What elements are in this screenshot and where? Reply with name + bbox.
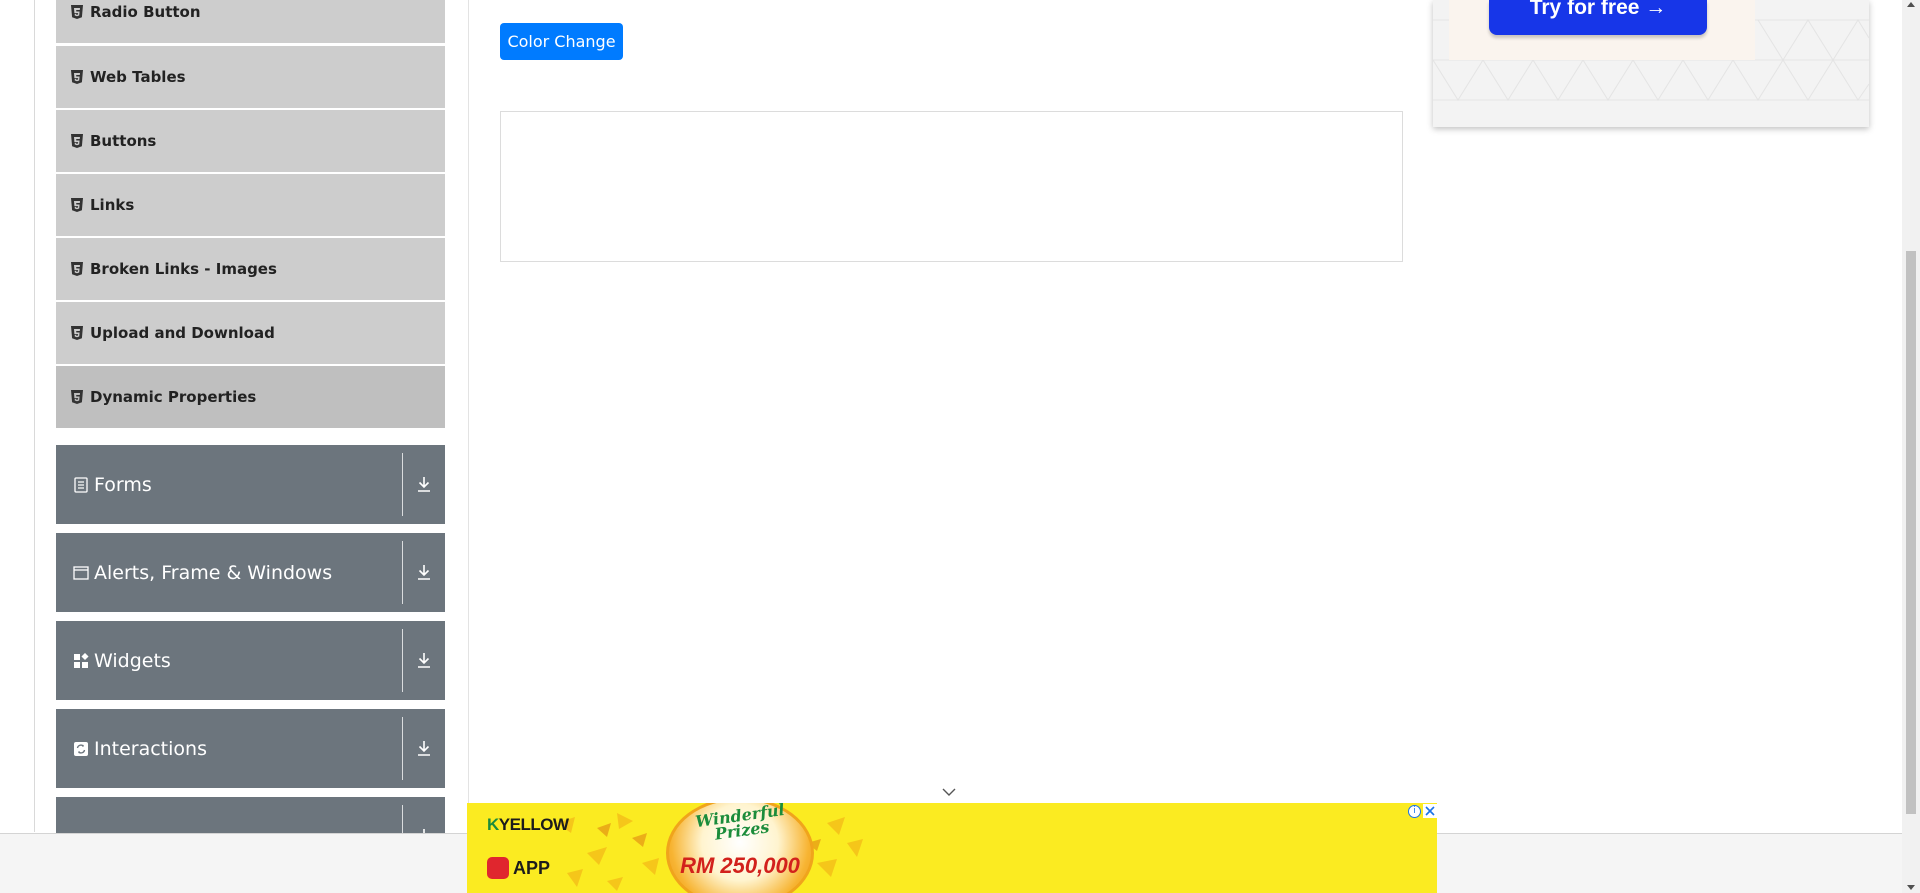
try-for-free-button[interactable]: Try for free → bbox=[1489, 0, 1707, 35]
window-icon bbox=[73, 565, 89, 580]
widgets-icon bbox=[74, 652, 89, 668]
html5-shield-icon bbox=[71, 198, 83, 212]
html5-shield-icon bbox=[71, 262, 83, 276]
sidebar-group-forms[interactable]: Forms bbox=[56, 445, 445, 524]
form-icon bbox=[74, 476, 88, 493]
interactions-icon bbox=[74, 741, 88, 756]
download-arrow-icon[interactable] bbox=[413, 473, 435, 495]
color-change-button[interactable]: Color Change bbox=[500, 23, 623, 60]
download-arrow-icon[interactable] bbox=[413, 649, 435, 671]
group-divider bbox=[402, 629, 403, 692]
sidebar-item-label: Buttons bbox=[90, 132, 157, 150]
sidebar-item-links[interactable]: Links bbox=[56, 174, 445, 236]
app-label: APP bbox=[513, 858, 551, 878]
right-ad-banner[interactable]: Try for free → bbox=[1433, 0, 1869, 127]
close-icon[interactable] bbox=[1423, 804, 1437, 818]
sidebar-item-dynamic-properties[interactable]: Dynamic Properties bbox=[56, 366, 445, 428]
html5-shield-icon bbox=[71, 390, 83, 404]
sidebar-group-alerts-frame-windows[interactable]: Alerts, Frame & Windows bbox=[56, 533, 445, 612]
sidebar-item-broken-links-images[interactable]: Broken Links - Images bbox=[56, 238, 445, 300]
ad-info-icon[interactable]: i bbox=[1408, 805, 1421, 818]
left-column-border bbox=[34, 0, 35, 832]
sidebar-item-label: Dynamic Properties bbox=[90, 388, 257, 406]
sidebar-group-label: Interactions bbox=[94, 737, 207, 760]
main-column-border bbox=[468, 0, 469, 832]
sidebar-item-label: Radio Button bbox=[90, 3, 201, 21]
yellow-app-logo: KYELLOW bbox=[487, 815, 569, 834]
group-divider bbox=[402, 541, 403, 604]
sidebar-item-label: Broken Links - Images bbox=[90, 260, 277, 278]
html5-shield-icon bbox=[71, 326, 83, 340]
scroll-down-arrow[interactable] bbox=[1907, 885, 1915, 890]
sidebar-item-upload-and-download[interactable]: Upload and Download bbox=[56, 302, 445, 364]
group-divider bbox=[402, 717, 403, 780]
chevron-down-icon[interactable] bbox=[941, 786, 957, 798]
bottom-ad-banner[interactable]: KYELLOW APP Winderful Prizes RM 250,000 bbox=[467, 803, 1437, 893]
sidebar-item-label: Links bbox=[90, 196, 135, 214]
html5-shield-icon bbox=[71, 5, 83, 19]
download-arrow-icon[interactable] bbox=[413, 561, 435, 583]
content-box bbox=[500, 111, 1403, 262]
sidebar-item-label: Upload and Download bbox=[90, 324, 275, 342]
download-arrow-icon[interactable] bbox=[413, 737, 435, 759]
sidebar-item-radio-button[interactable]: Radio Button bbox=[56, 0, 445, 43]
sidebar-item-label: Web Tables bbox=[90, 68, 186, 86]
html5-shield-icon bbox=[71, 134, 83, 148]
sidebar-item-buttons[interactable]: Buttons bbox=[56, 110, 445, 172]
prize-amount: RM 250,000 bbox=[680, 853, 800, 878]
scroll-thumb[interactable] bbox=[1906, 251, 1916, 814]
page: Radio Button Web Tables Buttons Links Br… bbox=[0, 0, 1920, 893]
scroll-up-arrow[interactable] bbox=[1907, 2, 1915, 7]
vertical-scrollbar[interactable] bbox=[1902, 0, 1920, 893]
sidebar-group-label: Alerts, Frame & Windows bbox=[94, 561, 333, 584]
sidebar-group-interactions[interactable]: Interactions bbox=[56, 709, 445, 788]
sidebar-group-label: Forms bbox=[94, 473, 152, 496]
app-logo-icon bbox=[487, 857, 509, 879]
sidebar-group-widgets[interactable]: Widgets bbox=[56, 621, 445, 700]
sidebar-item-web-tables[interactable]: Web Tables bbox=[56, 46, 445, 108]
html5-shield-icon bbox=[71, 70, 83, 84]
group-divider bbox=[402, 453, 403, 516]
sidebar-group-label: Widgets bbox=[94, 649, 171, 672]
